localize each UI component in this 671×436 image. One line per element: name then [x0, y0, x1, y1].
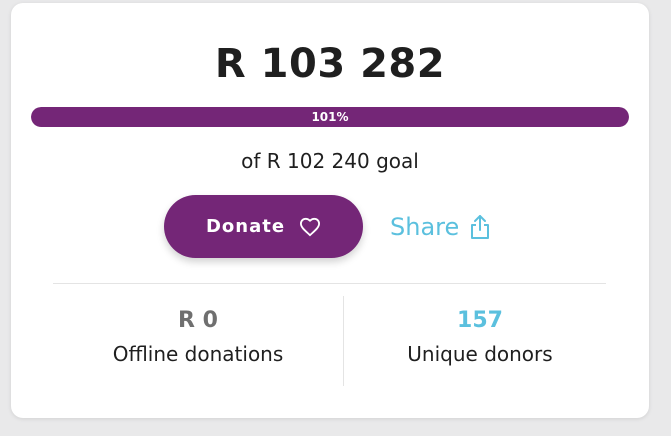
donation-summary-card: R 103 282 101% of R 102 240 goal Donate …: [11, 3, 649, 418]
offline-donations-label: Offline donations: [112, 342, 284, 366]
unique-donors-label: Unique donors: [407, 342, 553, 366]
progress-bar: 101%: [31, 107, 629, 127]
unique-donors-value: 157: [457, 308, 503, 333]
share-icon: [469, 214, 491, 240]
share-link-label: Share: [390, 213, 460, 241]
goal-text: of R 102 240 goal: [241, 149, 419, 173]
donate-button-label: Donate: [205, 216, 286, 237]
unique-donors-stat: 157 Unique donors: [344, 307, 616, 367]
offline-donations-value: R 0: [178, 308, 218, 333]
progress-label: 101%: [311, 110, 349, 124]
heart-icon: [299, 217, 321, 237]
donate-button[interactable]: Donate: [164, 195, 363, 258]
share-link[interactable]: Share: [390, 211, 491, 243]
raised-amount: R 103 282: [214, 41, 446, 87]
offline-donations-stat: R 0 Offline donations: [53, 307, 343, 367]
section-divider: [53, 283, 606, 284]
